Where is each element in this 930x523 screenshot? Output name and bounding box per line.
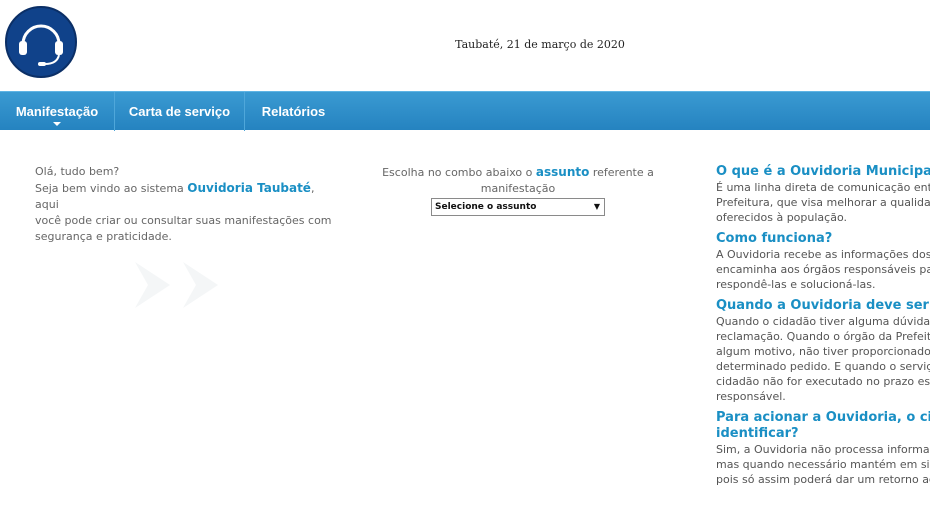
nav-relatorios[interactable]: Relatórios [245,92,342,131]
subject-keyword: assunto [535,165,590,179]
welcome-line-1: Seja bem vindo ao sistema Ouvidoria Taub… [35,181,315,211]
faq-panel: O que é a Ouvidoria Municipal? É uma lin… [716,164,930,493]
faq-answer: Sim, a Ouvidoria não processa informaçõe… [716,443,930,486]
headset-icon [19,24,63,66]
faq-question: Como funciona? [716,231,833,246]
nav-label: Relatórios [261,104,326,119]
nav-carta-de-servico[interactable]: Carta de serviço [115,92,245,131]
faq-answer: É uma linha direta de comunicação entre P… [716,181,930,224]
faq-answer: A Ouvidoria recebe as informações dos ci… [716,248,930,291]
greeting-text: Olá, tudo bem? [35,165,120,178]
nav-label: Manifestação [15,104,99,119]
main-navbar: Manifestação Carta de serviço Relatórios [0,91,930,131]
current-date: Taubaté, 21 de março de 2020 [455,38,625,51]
nav-label: Carta de serviço [128,104,231,119]
subject-select[interactable]: Selecione o assunto ▼ [431,198,605,216]
subject-panel: Escolha no combo abaixo o assunto refere… [352,164,684,216]
welcome-panel: Olá, tudo bem? Seja bem vindo ao sistema… [35,164,335,245]
subject-select-value: Selecione o assunto [435,202,537,212]
caret-down-icon [53,122,61,126]
dropdown-arrow-icon: ▼ [593,202,600,211]
welcome-line-2: você pode criar ou consultar suas manife… [35,214,332,227]
header: Taubaté, 21 de março de 2020 [0,0,930,91]
ouvidoria-logo[interactable] [5,6,77,78]
faq-answer: Quando o cidadão tiver alguma dúvida, su… [716,315,930,403]
faq-question: Para acionar a Ouvidoria, o cidadãidenti… [716,410,930,441]
faq-question: Quando a Ouvidoria deve ser acion [716,298,930,313]
brand-name: Ouvidoria Taubaté [187,181,311,195]
welcome-line-3: segurança e praticidade. [35,230,172,243]
faq-question: O que é a Ouvidoria Municipal? [716,164,930,179]
subject-instruction-1: Escolha no combo abaixo o assunto refere… [382,165,654,195]
nav-manifestacao[interactable]: Manifestação [0,92,115,131]
